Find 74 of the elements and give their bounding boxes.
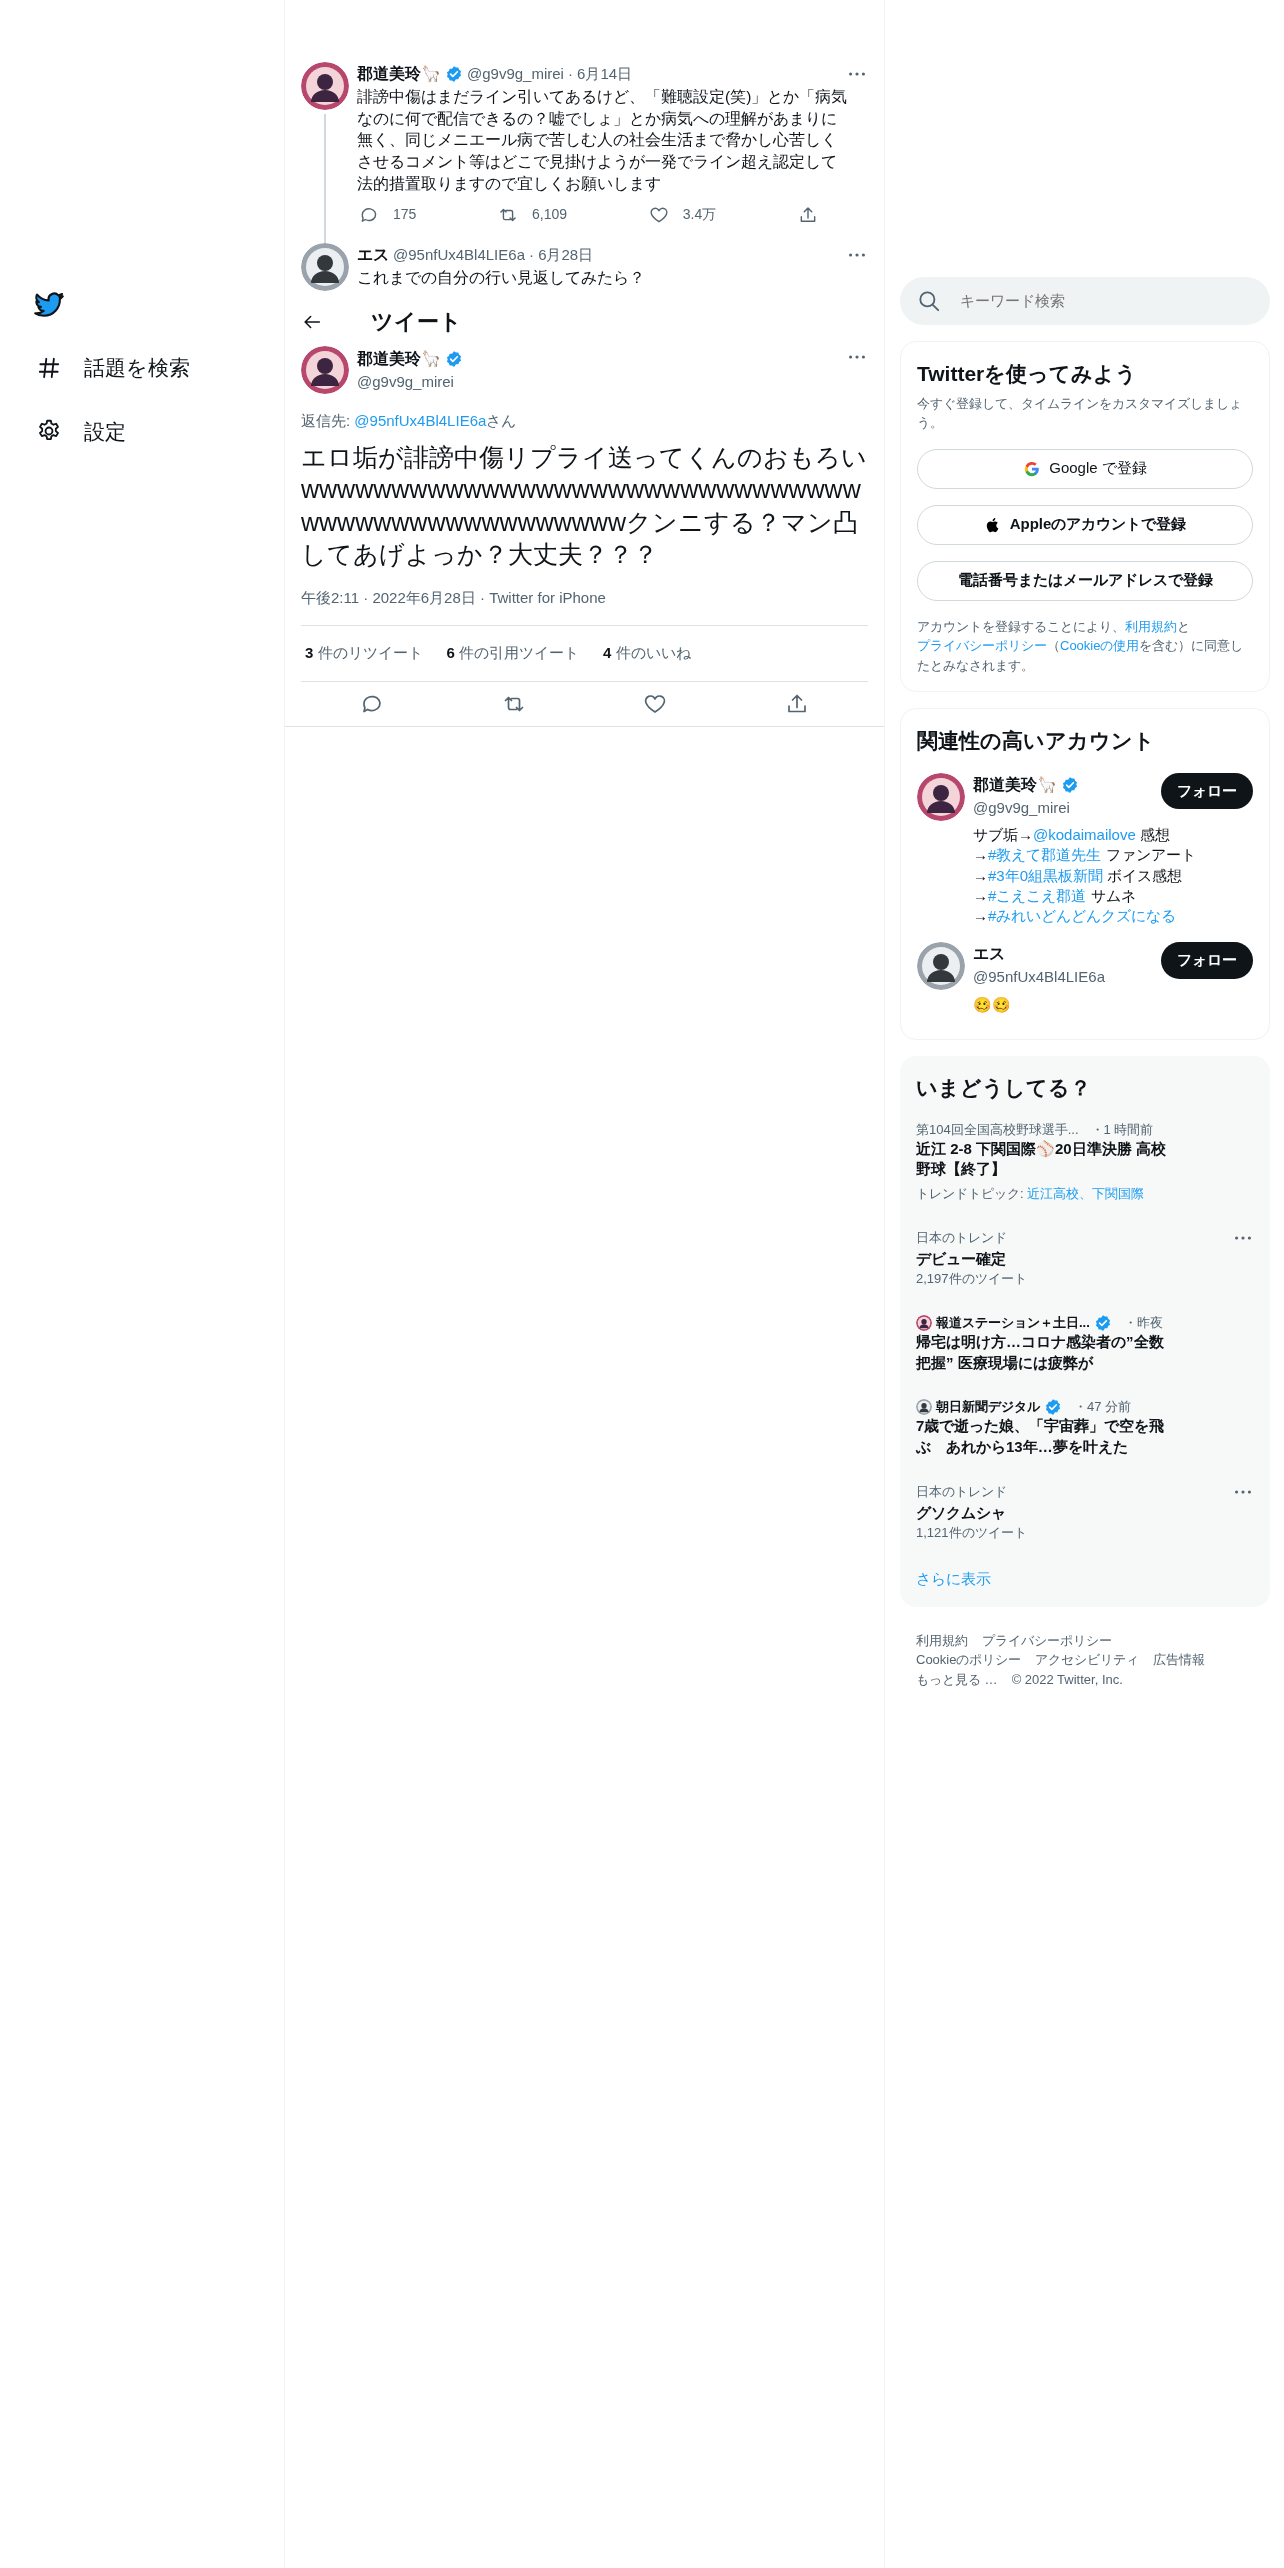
footer-link[interactable]: Cookieのポリシー <box>916 1650 1022 1670</box>
trend-time: ・47 分前 <box>1074 1397 1132 1416</box>
trend-topics: トレンドトピック: 近江高校、下関国際 <box>916 1184 1146 1203</box>
follow-button[interactable]: フォロー <box>1161 942 1253 979</box>
footer-link[interactable]: © 2022 Twitter, Inc. <box>1011 1669 1123 1689</box>
author-handle[interactable]: @g9v9g_mirei <box>357 370 838 394</box>
like-button[interactable]: 3.4万 <box>646 202 719 228</box>
bird-logo[interactable] <box>34 290 64 320</box>
signup-button[interactable]: 電話番号またはメールアドレスで登録 <box>917 560 1253 601</box>
tweet-text: 誹謗中傷はまだライン引いてあるけど、「難聴設定(笑)」とか「病気なのに何で配信できるの？嘘でしょ」とか病気への理解があまりに無く、同じメニエール病で苦しむ人の社会生活まで脅かし心苦しくさせるコメント等はどこで見掛けようが一発でライン超え認定して法的措置取りますので宜しくお願いします <box>357 87 849 194</box>
trend-title[interactable]: 帰宅は明け方…コロナ感染者の”全数把握” 医療現場には疲弊が <box>916 1332 1166 1373</box>
page-title: ツイート <box>371 308 462 337</box>
avatar[interactable] <box>917 772 965 821</box>
follow-button[interactable]: フォロー <box>1161 772 1253 809</box>
account-bio: サブ垢→@kodaimailove 感想→#教えて郡道先生 ファンアート→#3年0組黒板新聞 ボイス感想→#こえこえ郡道 サムネ→#みれいどんどんクズになる <box>973 825 1197 926</box>
reply-button[interactable]: 175 <box>357 202 419 228</box>
trend-title[interactable]: 7歳で逝った娘、「宇宙葬」で空を飛ぶ あれから13年…夢を叶えた <box>916 1416 1166 1457</box>
avatar[interactable] <box>916 1314 932 1331</box>
avatar[interactable] <box>917 942 965 991</box>
author-name[interactable]: エス <box>357 243 389 268</box>
signup-description: 今すぐ登録して、タイムラインをカスタマイズしましょう。 <box>917 394 1243 432</box>
tweet-date[interactable]: · 6月28日 <box>529 244 594 267</box>
trend-context: 第104回全国高校野球選手... <box>916 1120 1079 1139</box>
stat-link[interactable]: 6 件の引用ツイート <box>446 642 580 665</box>
search-icon <box>916 288 942 314</box>
search-bar[interactable]: キーワード検索 <box>900 277 1270 325</box>
trend-context: 日本のトレンド <box>916 1229 1007 1248</box>
stat-link[interactable]: 3 件のリツイート <box>305 642 423 665</box>
author-handle[interactable]: @g9v9g_mirei <box>467 62 564 86</box>
tweet-count: 1,121件のツイート <box>916 1524 1028 1542</box>
tweet-text: これまでの自分の行い見返してみたら？ <box>357 268 646 289</box>
footer-link[interactable]: 広告情報 <box>1153 1650 1206 1670</box>
legal-text: アカウントを登録することにより、利用規約 と プライバシーポリシー（Cookieの使用を含む）に同意したとみなされます。 <box>917 617 1245 675</box>
card-title: いまどうしてる？ <box>916 1075 1092 1102</box>
stat-link[interactable]: 4 件のいいね <box>603 642 691 665</box>
author-handle[interactable]: @95nfUx4Bl4LIE6a <box>393 244 525 267</box>
footer-link[interactable]: アクセシビリティ <box>1035 1650 1140 1670</box>
signup-button[interactable]: Google で登録 <box>917 448 1253 489</box>
avatar[interactable] <box>916 1398 932 1415</box>
account-handle[interactable]: @95nfUx4Bl4LIE6a <box>973 966 1105 989</box>
trend-time: ・昨夜 <box>1123 1313 1163 1332</box>
card-title: 関連性の高いアカウント <box>917 728 1156 754</box>
avatar[interactable] <box>301 346 349 395</box>
account-handle[interactable]: @g9v9g_mirei <box>973 796 1079 819</box>
trend-time: ・1 時間前 <box>1090 1120 1154 1139</box>
footer-link[interactable]: 利用規約 <box>916 1630 968 1650</box>
search-field[interactable]: キーワード検索 <box>958 288 1254 314</box>
nav-item[interactable]: 設定 <box>30 407 132 455</box>
footer-link[interactable]: プライバシーポリシー <box>982 1630 1112 1650</box>
signup-button[interactable]: Appleのアカウントで登録 <box>917 504 1253 545</box>
account-name[interactable]: エス <box>973 942 1005 967</box>
trend-context: 報道ステーション＋土日... <box>936 1313 1090 1332</box>
share-icon <box>798 204 818 225</box>
tweet-count: 2,197件のツイート <box>916 1270 1028 1289</box>
author-name[interactable]: 郡道美玲🦙 <box>357 346 441 371</box>
google-logo <box>1023 459 1042 478</box>
nav-item[interactable]: 話題を検索 <box>30 344 196 392</box>
reply-to-text: 返信先: @95nfUx4Bl4LIE6aさん <box>301 411 518 432</box>
retweet-button[interactable]: 6,109 <box>496 202 570 228</box>
card-title: Twitterを使ってみよう <box>917 361 1139 388</box>
trend-title[interactable]: 近江 2-8 下関国際⚾20日準決勝 高校野球【終了】 <box>916 1139 1166 1180</box>
avatar[interactable] <box>301 62 349 110</box>
trend-title[interactable]: グソクムシャ <box>916 1502 1166 1523</box>
tweet-meta: 午後2:11 · 2022年6月28日 · Twitter for iPhone <box>301 586 868 627</box>
tweet-date[interactable]: · 6月14日 <box>567 62 633 86</box>
tweet-text: エロ垢が誹謗中傷リプライ送ってくんのおもろいwwwwwwwwwwwwwwwwwwwwwwwwwwwwwwwwwwwwwwwwwwwwwwwwwクンニする？マン凸してあげよっか？大丈夫？？？ <box>301 441 868 571</box>
trend-title[interactable]: デビュー確定 <box>916 1249 1166 1270</box>
author-name[interactable]: 郡道美玲🦙 <box>357 62 441 86</box>
account-name[interactable]: 郡道美玲🦙 <box>973 772 1057 797</box>
account-bio: 🥴🥴 <box>973 994 1012 1015</box>
avatar[interactable] <box>301 243 349 292</box>
trend-context: 朝日新聞デジタル <box>936 1397 1040 1416</box>
footer-link[interactable]: もっと見る … <box>916 1669 998 1689</box>
trend-context: 日本のトレンド <box>916 1483 1007 1501</box>
